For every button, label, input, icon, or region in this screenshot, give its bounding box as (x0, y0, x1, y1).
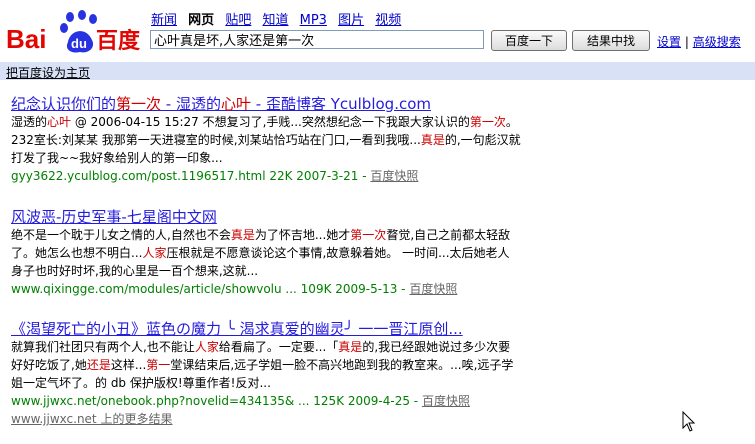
highlighted-text: 人家 (194, 340, 219, 354)
text-segment: 《渴望死亡的小丑》蓝色の魔力 ╰ 渴求真爱的幽灵╯ 一一晋江原创... (11, 320, 463, 338)
result-url-text: www.qixingge.com/modules/article/showvol… (11, 282, 410, 296)
separator: | (684, 35, 689, 49)
nav-bar: 新闻 网页 贴吧 知道 MP3 图片 视频 (151, 9, 408, 28)
result-url: www.jjwxc.net/onebook.php?novelid=434135… (11, 392, 751, 410)
more-results-link[interactable]: www.jjwxc.net 上的更多结果 (11, 410, 751, 427)
snapshot-link[interactable]: 百度快照 (370, 169, 418, 183)
result-title[interactable]: 《渴望死亡的小丑》蓝色の魔力 ╰ 渴求真爱的幽灵╯ 一一晋江原创... (11, 318, 751, 338)
nav-news[interactable]: 新闻 (151, 13, 177, 28)
highlighted-text: 第一次 (116, 95, 162, 113)
text-segment: 就算我们社团只有两个人,也不能让 (11, 340, 195, 354)
result-url: www.qixingge.com/modules/article/showvol… (11, 280, 751, 298)
highlighted-text: 人家 (142, 246, 167, 260)
logo-baidu-cn: 百度 (96, 28, 141, 54)
text-segment: - 歪酷博客 Yculblog.com (251, 95, 431, 113)
highlighted-text: 真是 (230, 228, 255, 242)
result-title[interactable]: 纪念认识你们的第一次 - 湿透的心叶 - 歪酷博客 Yculblog.com (11, 93, 751, 113)
search-within-button[interactable]: 结果中找 (572, 30, 650, 51)
highlighted-text: 第一次 (469, 115, 506, 129)
text-segment: @ 2006-04-15 15:27 不想复习了,手贱...突然想纪念一下我跟大… (71, 115, 470, 129)
top-links: 设置 | 高级搜索 (657, 33, 741, 50)
highlighted-text: 还是 (86, 358, 111, 372)
search-input[interactable] (150, 30, 484, 49)
set-homepage-link[interactable]: 把百度设为主页 (6, 64, 90, 81)
result-2: 风波恶-历史军事-七星阁中文网 绝不是一个耽于儿女之情的人,自然也不会真是为了怀… (11, 206, 751, 298)
text-segment: 为了怀吉地...她才 (254, 228, 351, 242)
result-description: 绝不是一个耽于儿女之情的人,自然也不会真是为了怀吉地...她才第一次瞀觉,自己之… (11, 226, 521, 280)
logo-bai: Bai (6, 24, 46, 54)
nav-tieba[interactable]: 贴吧 (225, 13, 251, 28)
result-url-text: www.jjwxc.net/onebook.php?novelid=434135… (11, 394, 422, 408)
highlighted-text: 第一 (146, 358, 171, 372)
snapshot-link[interactable]: 百度快照 (409, 282, 457, 296)
header: Bai du 百度 新闻 网页 贴吧 知道 MP3 图片 视频 百度一下 结果中… (0, 0, 755, 62)
nav-web: 网页 (188, 13, 215, 28)
text-segment: 纪念认识你们的 (11, 95, 117, 113)
result-1: 纪念认识你们的第一次 - 湿透的心叶 - 歪酷博客 Yculblog.com 湿… (11, 93, 751, 185)
result-description: 湿透的心叶 @ 2006-04-15 15:27 不想复习了,手贱...突然想纪… (11, 113, 521, 167)
search-button[interactable]: 百度一下 (491, 30, 567, 51)
text-segment: 风波恶-历史军事-七星阁中文网 (11, 208, 217, 226)
baidu-logo[interactable]: Bai du 百度 (6, 8, 142, 58)
advanced-search-link[interactable]: 高级搜索 (693, 35, 741, 49)
highlighted-text: 心叶 (47, 115, 72, 129)
highlighted-text: 真是 (420, 133, 445, 147)
text-segment: - 湿透的 (161, 95, 221, 113)
text-segment: 绝不是一个耽于儿女之情的人,自然也不会 (11, 228, 231, 242)
text-segment: 给看扁了。一定要...「 (218, 340, 339, 354)
result-url: gyy3622.yculblog.com/post.1196517.html 2… (11, 167, 751, 185)
result-3: 《渴望死亡的小丑》蓝色の魔力 ╰ 渴求真爱的幽灵╯ 一一晋江原创... 就算我们… (11, 318, 751, 427)
text-segment: 湿透的 (11, 115, 48, 129)
text-segment: 这样... (110, 358, 147, 372)
info-bar: 把百度设为主页 (0, 62, 755, 80)
result-url-text: gyy3622.yculblog.com/post.1196517.html 2… (11, 169, 371, 183)
nav-mp3[interactable]: MP3 (300, 13, 327, 28)
nav-images[interactable]: 图片 (338, 13, 364, 28)
nav-video[interactable]: 视频 (375, 13, 401, 28)
highlighted-text: 心叶 (220, 95, 251, 113)
nav-zhidao[interactable]: 知道 (262, 13, 288, 28)
mouse-cursor-icon (682, 411, 696, 432)
logo-du: du (71, 36, 87, 51)
highlighted-text: 真是 (338, 340, 363, 354)
snapshot-link[interactable]: 百度快照 (422, 394, 470, 408)
result-title[interactable]: 风波恶-历史军事-七星阁中文网 (11, 206, 751, 226)
settings-link[interactable]: 设置 (657, 35, 681, 49)
result-description: 就算我们社团只有两个人,也不能让人家给看扁了。一定要...「真是的,我已经跟她说… (11, 338, 521, 392)
highlighted-text: 第一次 (350, 228, 387, 242)
